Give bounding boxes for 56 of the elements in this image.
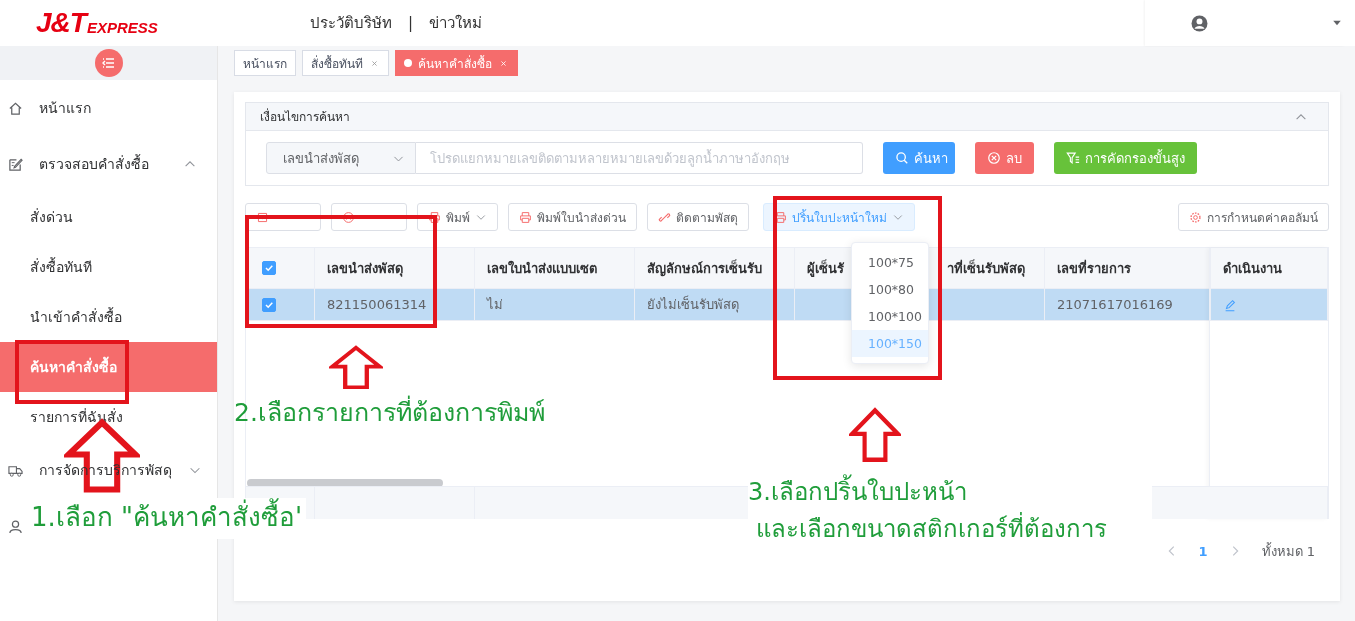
nav-separator: | (408, 14, 414, 32)
gear-icon (1189, 210, 1202, 224)
search-panel-header[interactable]: เงื่อนไขการค้นหา (246, 103, 1328, 131)
sidebar-item[interactable]: ตรวจสอบคำสั่งซื้อ (0, 136, 217, 192)
sidebar-subitem[interactable]: นำเข้าคำสั่งซื้อ (0, 292, 217, 342)
home-icon (8, 100, 23, 116)
sidebar-item[interactable]: หน้าแรก (0, 80, 217, 136)
search-icon (895, 151, 909, 165)
printer-icon (519, 210, 532, 224)
checkbox[interactable] (262, 261, 276, 275)
export-icon (256, 210, 269, 224)
check-icon (264, 263, 274, 273)
annotation-text: และเลือกขนาดสติกเกอร์ที่ต้องการ (756, 514, 1108, 544)
search-field[interactable]: โปรดแยกหมายเลขติดตามหลายหมายเลขด้วยลูกน้ำภาษาอังกฤษ (416, 142, 863, 174)
active-dot (404, 59, 412, 67)
tracking-number-link[interactable]: 821150061314 (315, 289, 475, 321)
nav-link[interactable]: ข่าวใหม่ (429, 11, 483, 35)
table-cell: ไม่ (475, 289, 635, 321)
column-settings-button[interactable]: การกำหนดค่าคอลัมน์ (1178, 203, 1329, 231)
table-cell: 21071617016169 (1045, 289, 1211, 321)
sidebar-item-label: หน้าแรก (39, 99, 91, 118)
up-arrow (849, 407, 901, 463)
column-header: เลขใบนำส่งแบบเซต (475, 248, 635, 289)
column-header: สัญลักษณ์การเซ็นรับ (635, 248, 795, 289)
menu-button[interactable] (94, 49, 123, 77)
column-header: เลขที่รายการ (1045, 248, 1211, 289)
clear-icon (987, 151, 1001, 165)
up-arrow (329, 345, 383, 390)
printer-icon (428, 210, 441, 224)
page-tab[interactable]: หน้าแรก (234, 50, 296, 76)
sidebar-subitem[interactable]: รายการที่ฉันสั่ง (0, 392, 217, 442)
edit-icon (8, 156, 23, 172)
printer-icon (774, 210, 787, 224)
panel-title: เงื่อนไขการค้นหา (260, 107, 350, 126)
table-cell: ยังไม่เซ็นรับพัสดุ (635, 289, 795, 321)
nav-link[interactable]: ประวัติบริษัท (310, 11, 392, 35)
user-icon (8, 518, 23, 534)
sidebar-item-label: ตรวจสอบคำสั่งซื้อ (39, 153, 149, 174)
checkbox[interactable] (262, 297, 276, 312)
column-header: ดำเนินงาน (1211, 248, 1328, 289)
total-count: ทั้งหมด 1 (1261, 541, 1315, 561)
sidebar-subitem[interactable]: สั่งด่วน (0, 192, 217, 242)
link-icon (658, 210, 671, 224)
toolbar-button[interactable]: ติดตามพัสดุ (647, 203, 749, 231)
page-tab[interactable]: สั่งซื้อทันที (302, 50, 389, 76)
sidebar-subitem[interactable]: สั่งซื้อทันที (0, 242, 217, 292)
pencil-icon[interactable] (1223, 297, 1237, 312)
toolbar-button[interactable]: พิมพ์ (417, 203, 498, 231)
filter-icon (1066, 151, 1080, 165)
column-header: เลขนำส่งพัสดุ (315, 248, 475, 289)
toolbar-button[interactable]: พิมพ์ใบนำส่งด่วน (508, 203, 637, 231)
menu-icon (100, 55, 117, 71)
logo-subtext: EXPRESS (86, 19, 158, 37)
user-icon (1191, 14, 1208, 32)
field-select[interactable]: เลขนำส่งพัสดุ (266, 142, 416, 174)
cancel-icon (342, 210, 355, 224)
